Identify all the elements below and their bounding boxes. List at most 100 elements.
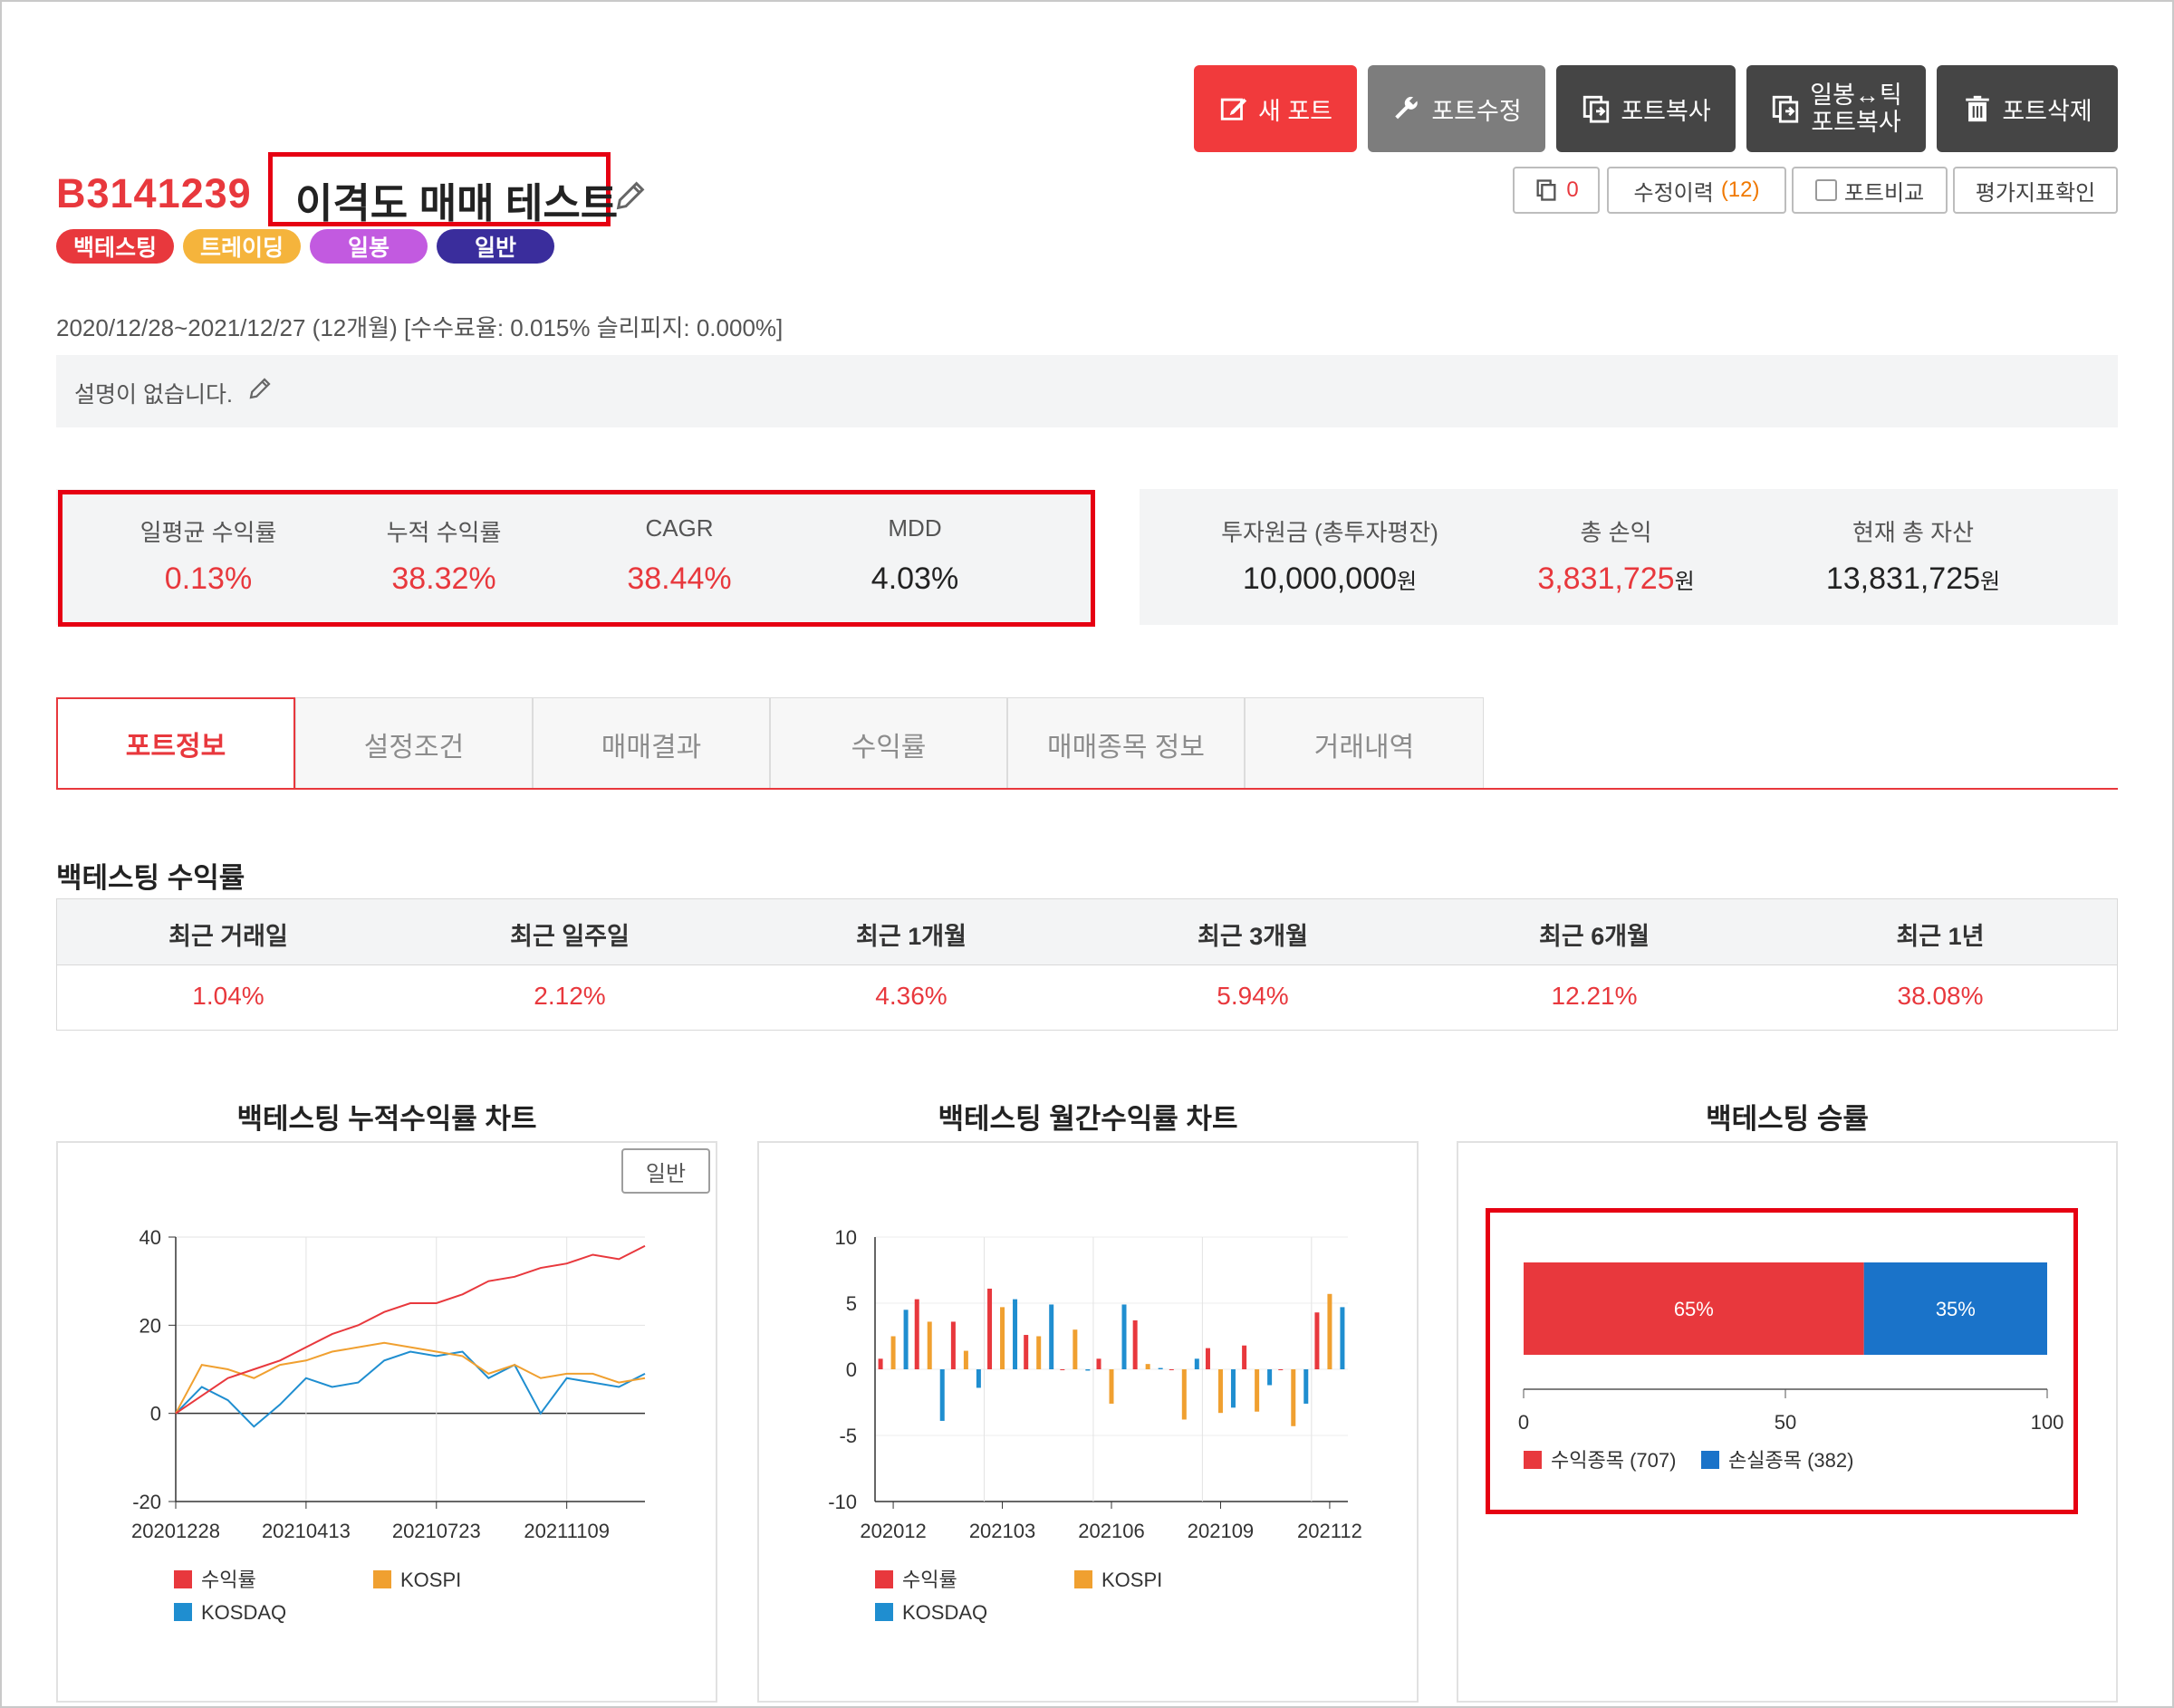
history-label: 수정이력 bbox=[1633, 180, 1714, 206]
new-port-label: 새 포트 bbox=[1257, 97, 1333, 125]
returns-value: 12.21% bbox=[1551, 982, 1638, 1010]
returns-value: 38.08% bbox=[1897, 982, 1984, 1010]
bar-kosdaq bbox=[1158, 1367, 1163, 1369]
returns-header: 최근 3개월 bbox=[1198, 923, 1308, 950]
tab-trade-results[interactable]: 매매결과 bbox=[533, 697, 770, 790]
tab-port-info[interactable]: 포트정보 bbox=[56, 697, 295, 790]
x-tick-label: 20210723 bbox=[392, 1520, 481, 1542]
bar-return bbox=[878, 1358, 883, 1369]
asset-stats bbox=[1140, 489, 2118, 625]
y-tick-label: 0 bbox=[150, 1403, 161, 1425]
principal-value: 10,000,000원 bbox=[1194, 561, 1466, 597]
period-info: 2020/12/28~2021/12/27 (12개월) [수수료율: 0.01… bbox=[56, 314, 784, 341]
copy-count-button[interactable]: 0 bbox=[1513, 167, 1600, 214]
returns-value: 5.94% bbox=[1217, 982, 1289, 1010]
bar-kospi bbox=[1327, 1293, 1332, 1369]
cum-chart-panel: 40 20 0 -20 20201228 20210413 20210723 20211109… bbox=[56, 1141, 717, 1703]
bar-kospi bbox=[927, 1321, 932, 1369]
tab-settings[interactable]: 설정조건 bbox=[295, 697, 533, 790]
bar-kosdaq bbox=[939, 1369, 945, 1421]
cum-return-label: 누적 수익률 bbox=[386, 519, 502, 546]
copy-port-button[interactable]: 포트복사 bbox=[1556, 65, 1736, 152]
legend-label: KOSPI bbox=[400, 1569, 461, 1591]
compare-button[interactable]: 포트비교 bbox=[1792, 167, 1948, 214]
returns-section-title: 백테스팅 수익률 bbox=[56, 862, 245, 894]
convert-copy-line1: 일봉↔틱 bbox=[1810, 82, 1902, 109]
compare-label: 포트비교 bbox=[1843, 180, 1925, 206]
y-tick-label: 20 bbox=[139, 1314, 161, 1337]
bar-kospi bbox=[1217, 1369, 1223, 1414]
bar-kosdaq bbox=[976, 1369, 981, 1388]
convert-copy-button[interactable]: 일봉↔틱 포트복사 bbox=[1746, 65, 1926, 152]
x-tick-label: 202112 bbox=[1297, 1520, 1362, 1542]
legend-swatch bbox=[875, 1603, 893, 1621]
edit-icon bbox=[1220, 98, 1247, 120]
edit-port-label: 포트수정 bbox=[1431, 97, 1522, 125]
returns-header: 최근 일주일 bbox=[510, 923, 630, 950]
cum-chart-title: 백테스팅 누적수익률 차트 bbox=[236, 1103, 537, 1135]
x-tick-label: 202103 bbox=[969, 1520, 1035, 1542]
monthly-return-chart: 10 5 0 -5 -10202012 202103 202106 202109 202112 수… bbox=[828, 1226, 1362, 1624]
asset-amount: 13,831,725 bbox=[1825, 561, 1981, 596]
y-tick-label: 5 bbox=[846, 1292, 857, 1315]
tag-backtest: 백테스팅 bbox=[56, 229, 174, 264]
returns-value: 1.04% bbox=[192, 982, 265, 1010]
copy-icon bbox=[1536, 179, 1556, 201]
pencil-icon[interactable] bbox=[612, 178, 649, 214]
bar-kospi bbox=[1255, 1369, 1260, 1412]
y-tick-label: 40 bbox=[139, 1226, 161, 1249]
legend-label: 수익률 bbox=[902, 1569, 957, 1591]
evaluate-button[interactable]: 평가지표확인 bbox=[1953, 167, 2118, 214]
copy-icon bbox=[1773, 95, 1799, 123]
x-tick-label: 202106 bbox=[1078, 1520, 1144, 1542]
bar-return bbox=[1205, 1348, 1210, 1369]
tab-underline bbox=[56, 788, 2118, 790]
returns-header: 최근 1개월 bbox=[856, 923, 967, 950]
stats-highlight-box bbox=[58, 490, 1095, 627]
bar-kosdaq bbox=[1013, 1299, 1018, 1369]
cagr-value: 38.44% bbox=[627, 561, 732, 596]
legend-swatch bbox=[373, 1570, 391, 1588]
daily-avg-value: 0.13% bbox=[164, 561, 253, 596]
pnl-amount: 3,831,725 bbox=[1537, 561, 1675, 596]
new-port-button[interactable]: 새 포트 bbox=[1194, 65, 1357, 152]
legend-label: 수익률 bbox=[201, 1569, 256, 1591]
principal-amount: 10,000,000 bbox=[1242, 561, 1398, 596]
pencil-icon[interactable] bbox=[246, 375, 274, 402]
bar-kospi bbox=[1073, 1329, 1078, 1369]
daily-avg-label: 일평균 수익률 bbox=[139, 519, 277, 546]
bar-kospi bbox=[1181, 1369, 1187, 1420]
cum-return-value: 38.32% bbox=[391, 561, 496, 596]
history-count: (12) bbox=[1720, 178, 1760, 202]
evaluate-label: 평가지표확인 bbox=[1975, 180, 2096, 206]
y-tick-label: -10 bbox=[828, 1491, 857, 1513]
tab-transactions[interactable]: 거래내역 bbox=[1245, 697, 1484, 790]
bar-kospi bbox=[890, 1336, 896, 1369]
bar-kosdaq bbox=[1303, 1369, 1309, 1404]
port-title: 이격도 매매 테스트 bbox=[295, 180, 619, 226]
pnl-label: 총 손익 bbox=[1580, 519, 1652, 546]
returns-header: 최근 거래일 bbox=[168, 923, 288, 950]
tab-stock-info[interactable]: 매매종목 정보 bbox=[1007, 697, 1245, 790]
y-tick-label: -5 bbox=[839, 1425, 857, 1447]
compare-checkbox[interactable] bbox=[1814, 179, 1837, 201]
delete-port-button[interactable]: 포트삭제 bbox=[1937, 65, 2118, 152]
legend-swatch bbox=[875, 1570, 893, 1588]
history-button[interactable]: 수정이력 (12) bbox=[1607, 167, 1786, 214]
bar-kosdaq bbox=[1230, 1369, 1236, 1408]
legend-label: KOSDAQ bbox=[201, 1601, 286, 1624]
principal-label: 투자원금 (총투자평잔) bbox=[1221, 519, 1438, 546]
delete-port-label: 포트삭제 bbox=[2002, 97, 2092, 125]
series-line bbox=[175, 1350, 646, 1428]
returns-header: 최근 6개월 bbox=[1539, 923, 1650, 950]
chart-mode-button[interactable]: 일반 bbox=[621, 1148, 710, 1194]
edit-port-button[interactable]: 포트수정 bbox=[1368, 65, 1545, 152]
bar-return bbox=[914, 1299, 919, 1369]
legend-swatch bbox=[174, 1570, 192, 1588]
bar-kosdaq bbox=[903, 1310, 909, 1369]
bar-kosdaq bbox=[1121, 1304, 1127, 1369]
tab-returns[interactable]: 수익률 bbox=[770, 697, 1007, 790]
tag-normal: 일반 bbox=[437, 229, 554, 264]
x-tick-label: 20201228 bbox=[131, 1520, 220, 1542]
bar-return bbox=[1060, 1369, 1065, 1370]
